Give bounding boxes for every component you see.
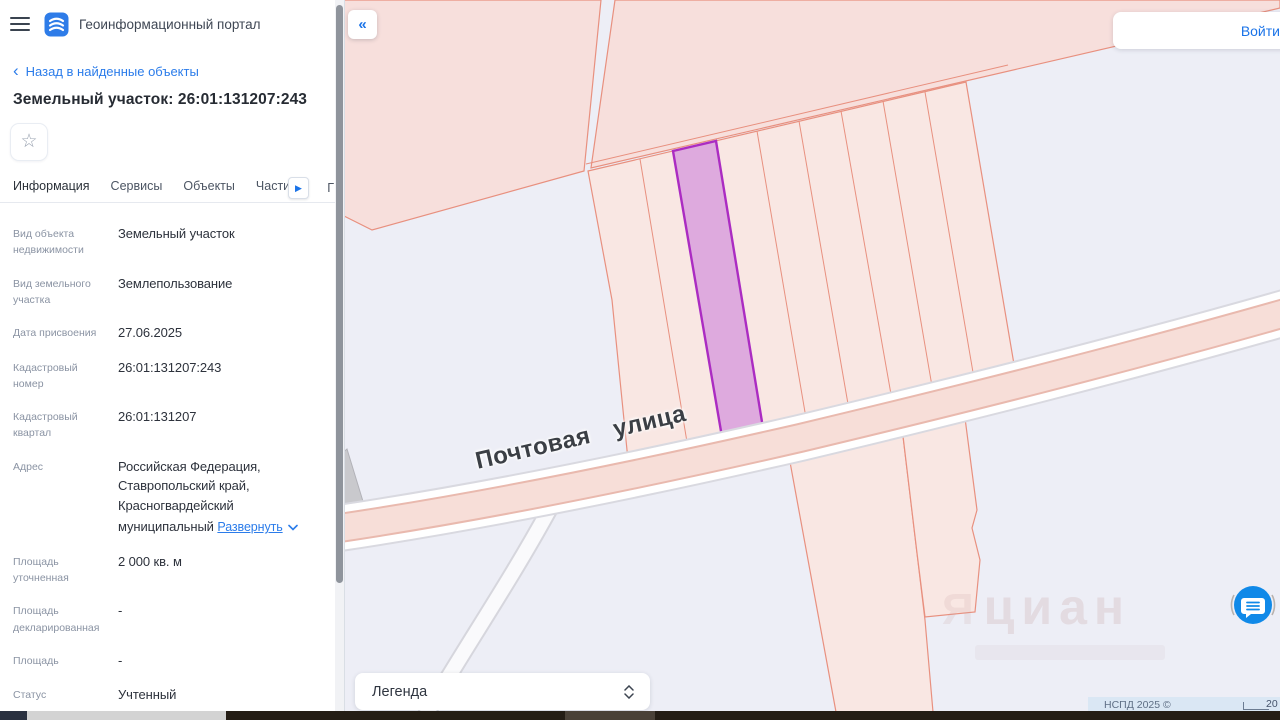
attribute-label: Площадь декларированная (13, 605, 100, 634)
geoportal-logo-icon (44, 12, 69, 36)
attribute-value: 26:01:131207:243 (118, 359, 222, 375)
geoportal-app: Почтовая улица Яциан Геоинформационный п… (0, 0, 1280, 720)
app-title: Геоинформационный портал (79, 16, 261, 32)
attribute-row: Вид объекта недвижимости Земельный участ… (13, 224, 323, 259)
attribute-label: Площадь уточненная (13, 555, 69, 585)
attribute-value: 27.06.2025 (118, 325, 183, 341)
cian-watermark: Яциан (942, 579, 1132, 635)
attribute-list: Вид объекта недвижимости Земельный участ… (0, 203, 335, 720)
attribute-value: 26:01:131207 (118, 409, 197, 425)
tab[interactable]: Сервисы (111, 175, 163, 202)
attribute-value: Земельный участок (118, 226, 235, 241)
map-scale-label: 20 (1266, 698, 1278, 710)
attribute-row: Дата присвоения 27.06.2025 (13, 323, 323, 343)
tabs-bar: Информация Сервисы Объекты Части ЗУ Сост… (0, 175, 335, 203)
tab[interactable]: Информация (13, 175, 90, 202)
page-title: Земельный участок: 26:01:131207:243 (13, 91, 308, 108)
attribute-value: Учтенный (118, 687, 177, 703)
attribute-label: Кадастровый номер (13, 361, 78, 390)
attribute-label: Кадастровый квартал (13, 411, 78, 440)
favorite-star-button[interactable]: ☆ (10, 123, 48, 161)
sidebar-scrollbar[interactable] (335, 0, 345, 712)
attribute-row: Вид земельного участка Землепользование (13, 274, 323, 309)
attribute-label: Дата присвоения (13, 327, 97, 340)
attribute-row: Площадь уточненная 2 000 кв. м (13, 552, 323, 587)
attribute-row: Статус Учтенный (13, 685, 323, 705)
cian-logo-mark: Я (942, 585, 976, 634)
info-sidebar: Геоинформационный портал ‹ Назад в найде… (0, 0, 335, 712)
os-bar-segment (0, 711, 27, 720)
menu-icon[interactable] (10, 17, 30, 31)
attribute-label: Адрес (13, 460, 44, 473)
attribute-row: Кадастровый квартал 26:01:131207 (13, 407, 323, 442)
attribute-row: Площадь - (13, 651, 323, 671)
login-panel: Войти (1113, 12, 1280, 49)
legend-expand-toggle[interactable] (622, 683, 636, 701)
attribute-value: Землепользование (118, 275, 233, 291)
legend-label: Легенда (372, 683, 428, 700)
os-bar-segment (565, 711, 655, 720)
chevron-down-icon (624, 692, 634, 699)
back-link[interactable]: ‹ Назад в найденные объекты (13, 60, 335, 80)
attribute-label: Вид земельного участка (13, 277, 91, 306)
attribute-value: 2 000 кв. м (118, 553, 182, 569)
scrollbar-thumb[interactable] (336, 5, 343, 583)
legend-bar[interactable]: Легенда (355, 673, 650, 710)
bottom-os-bar (0, 711, 1280, 720)
attribute-label: Площадь (13, 654, 59, 667)
tab[interactable]: Объекты (183, 175, 235, 202)
cian-watermark-subline (975, 645, 1165, 660)
attribute-value: - (118, 652, 123, 668)
login-button[interactable]: Войти (1241, 23, 1280, 39)
attribute-label: Статус (13, 689, 47, 702)
tabs-scroll-right-button[interactable]: ▶ (288, 177, 309, 199)
cadastral-map[interactable] (340, 0, 1280, 720)
chevron-down-icon (287, 524, 298, 531)
sidebar-header: Геоинформационный портал (0, 0, 335, 48)
expand-address-link[interactable]: Развернуть (217, 518, 298, 537)
attribute-row: Кадастровый номер 26:01:131207:243 (13, 358, 323, 393)
chat-support-button[interactable] (1229, 581, 1277, 629)
chevron-left-icon: ‹ (13, 60, 19, 80)
attribute-value: - (118, 603, 123, 619)
attribute-value: Российская Федерация, Ставропольский кра… (118, 457, 323, 537)
attribute-row: Адрес Российская Федерация, Ставропольск… (13, 457, 323, 537)
chevron-up-icon (624, 684, 634, 691)
chat-bubble-icon (1230, 586, 1276, 624)
attribute-label: Вид объекта недвижимости (13, 228, 84, 257)
attribute-row: Площадь декларированная - (13, 601, 323, 636)
os-bar-scrollbar-thumb[interactable] (27, 711, 226, 720)
collapse-sidebar-button[interactable]: « (348, 10, 377, 39)
star-icon: ☆ (20, 131, 38, 152)
tab-overflow-fragment: Г (327, 181, 334, 195)
